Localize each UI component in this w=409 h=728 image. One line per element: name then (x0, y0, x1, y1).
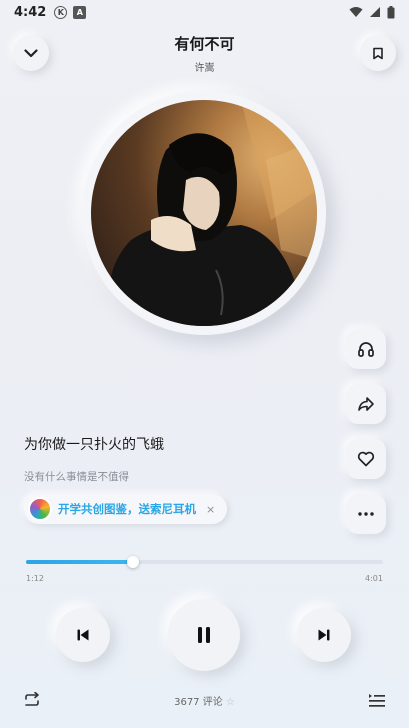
album-cover (91, 100, 317, 326)
more-options-button[interactable] (346, 494, 386, 534)
share-icon (358, 397, 374, 411)
bookmark-icon (373, 47, 383, 59)
progress-slider[interactable] (26, 556, 383, 568)
elapsed-time: 1:12 (26, 574, 44, 583)
share-button[interactable] (346, 384, 386, 424)
comments-link[interactable]: 3677 评论 ☆ (0, 693, 409, 708)
palette-icon (28, 497, 52, 521)
headphones-icon (358, 342, 374, 357)
progress-thumb[interactable] (127, 556, 140, 568)
more-icon (358, 512, 374, 516)
skip-previous-icon (77, 629, 89, 641)
close-icon[interactable]: × (206, 503, 215, 516)
album-disc[interactable] (82, 91, 326, 335)
status-time: 4:42 (14, 4, 47, 20)
total-duration: 4:01 (365, 574, 383, 583)
wifi-icon (349, 7, 363, 17)
signal-icon (370, 7, 380, 17)
bookmark-button[interactable] (360, 35, 396, 71)
current-lyric-line[interactable]: 为你做一只扑火的飞蛾 (24, 434, 164, 454)
pause-icon (198, 627, 210, 643)
comments-count-label[interactable]: 3677 评论 (174, 697, 223, 708)
album-art-illustration (108, 100, 317, 326)
pause-button[interactable] (168, 599, 240, 671)
listen-together-button[interactable] (346, 329, 386, 369)
star-icon: ☆ (225, 697, 235, 708)
like-button[interactable] (346, 439, 386, 479)
promo-text[interactable]: 开学共创图鉴，送索尼耳机 (58, 501, 196, 517)
next-lyric-line[interactable]: 没有什么事情是不值得 (24, 469, 129, 484)
previous-button[interactable] (56, 608, 110, 662)
artist-name[interactable]: 许嵩 (0, 59, 409, 74)
promo-banner[interactable]: 开学共创图鉴，送索尼耳机 × (24, 494, 228, 524)
song-title: 有何不可 (174, 35, 235, 53)
progress-fill (26, 560, 134, 564)
header-title-group: 有何不可 许嵩 (0, 33, 409, 74)
heart-icon (357, 451, 375, 467)
status-bar: 4:42 K A (0, 0, 409, 24)
playlist-button[interactable] (367, 690, 387, 710)
playlist-icon (369, 694, 385, 707)
notification-a-icon: A (73, 5, 87, 19)
battery-icon (387, 5, 395, 18)
notification-k-icon: K (54, 5, 68, 19)
next-button[interactable] (297, 608, 351, 662)
skip-next-icon (318, 629, 330, 641)
